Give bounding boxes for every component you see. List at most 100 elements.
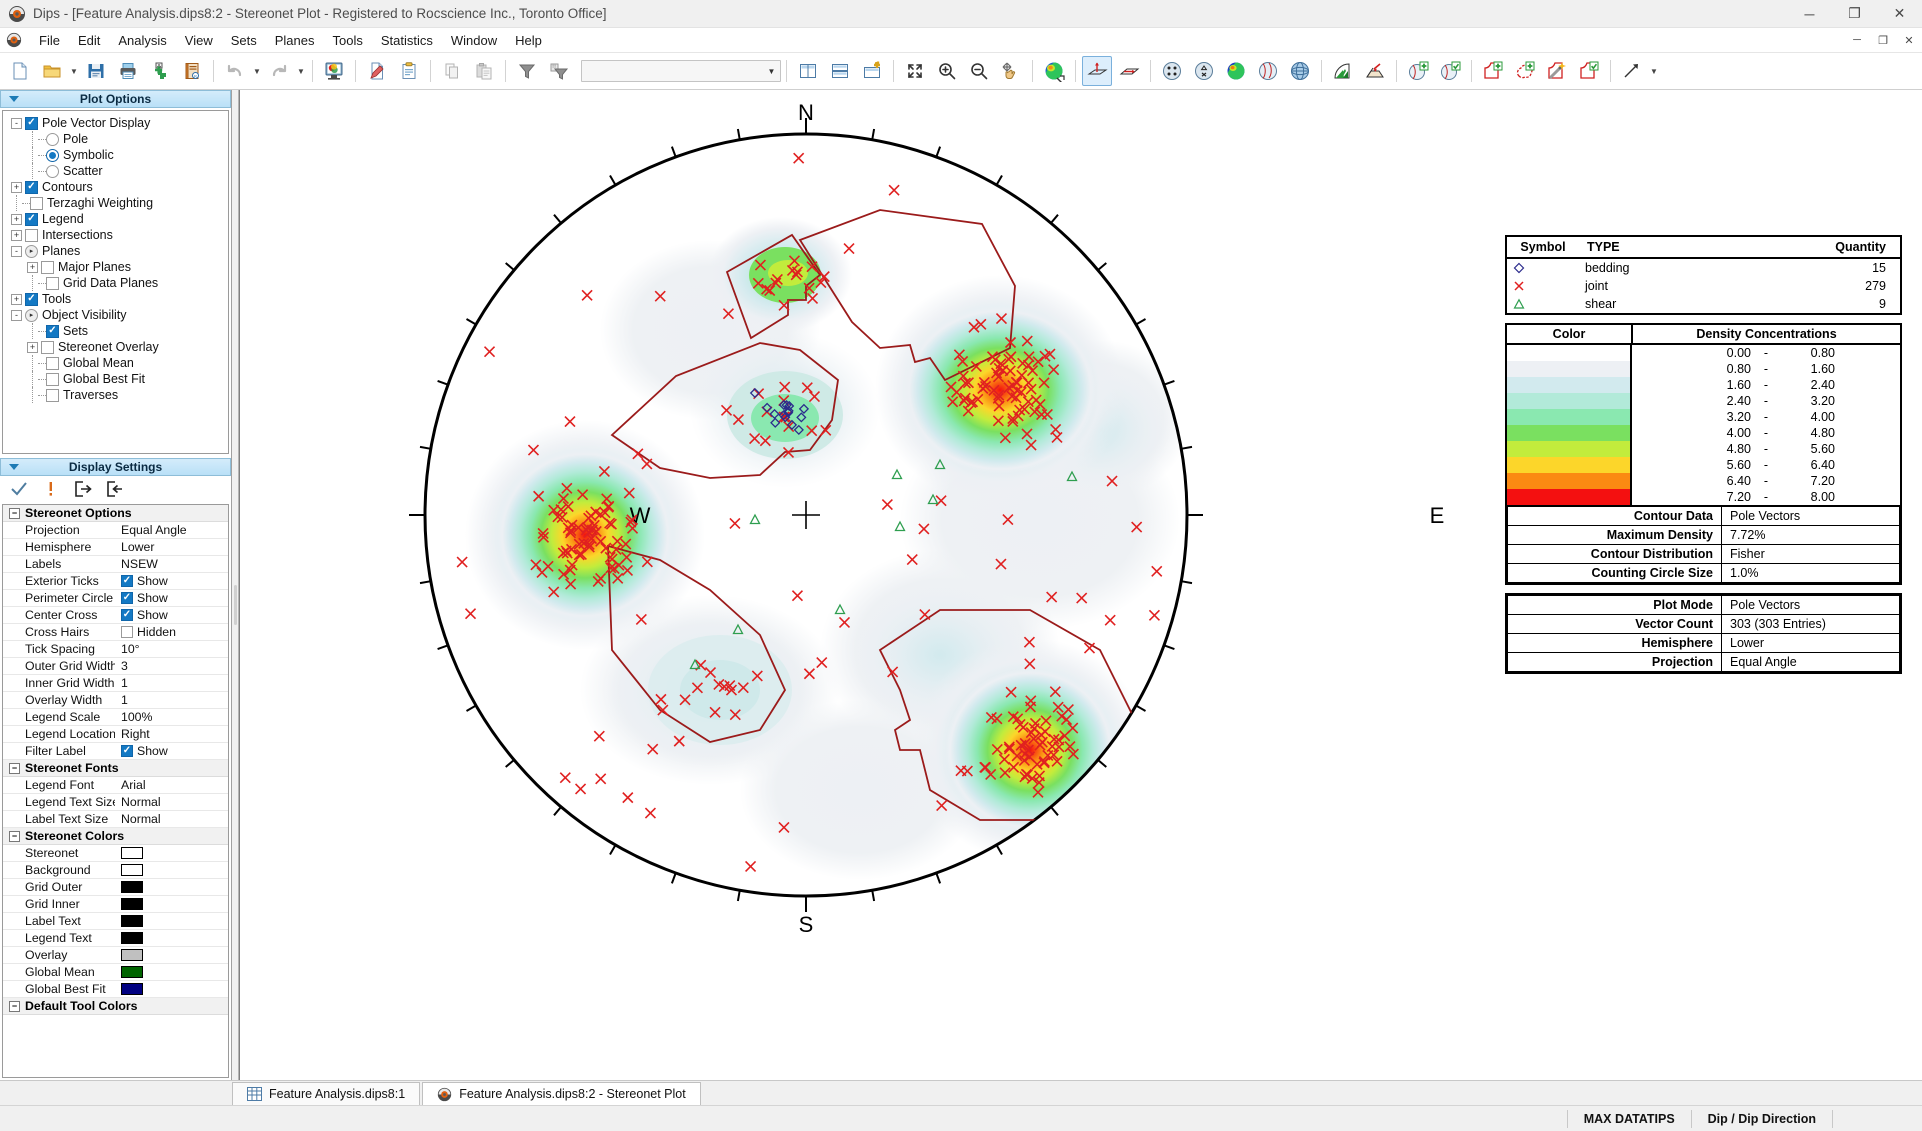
tree-checkbox[interactable]: [41, 340, 54, 354]
major-planes-icon[interactable]: [1253, 56, 1283, 86]
prop-row-label-text[interactable]: Label Text: [3, 913, 228, 930]
grid-filter-icon[interactable]: [544, 56, 574, 86]
tree-item-intersections[interactable]: + Intersections: [3, 227, 228, 243]
filter-combo[interactable]: ▼: [581, 60, 781, 82]
group-expander[interactable]: −: [9, 1000, 20, 1012]
menu-tools[interactable]: Tools: [324, 30, 372, 51]
tree-checkbox[interactable]: [46, 388, 59, 402]
tree-expander[interactable]: -: [11, 309, 22, 321]
edit-properties-icon[interactable]: [362, 56, 392, 86]
tree-checkbox[interactable]: [46, 372, 59, 386]
prop-color-swatch[interactable]: [121, 881, 143, 893]
status-dip-direction[interactable]: Dip / Dip Direction: [1690, 1109, 1832, 1128]
tree-item-tools[interactable]: + Tools: [3, 291, 228, 307]
tree-play-button[interactable]: ▸: [25, 308, 38, 322]
prop-row-stereonet[interactable]: Stereonet: [3, 845, 228, 862]
tree-item-planes[interactable]: - ▸ Planes: [3, 243, 228, 259]
tree-expander[interactable]: +: [11, 181, 22, 193]
tab-feature-analysis-1[interactable]: Feature Analysis.dips8:1: [232, 1082, 421, 1105]
prop-row-inner-grid-width[interactable]: Inner Grid Width 1: [3, 675, 228, 692]
arrow-tool-icon[interactable]: [1617, 56, 1647, 86]
tree-item-contours[interactable]: + Contours: [3, 179, 228, 195]
tree-checkbox[interactable]: [25, 228, 38, 242]
prop-row-overlay-width[interactable]: Overlay Width 1: [3, 692, 228, 709]
display-settings-table[interactable]: − Stereonet Options Projection Equal Angle H…: [2, 504, 229, 1078]
tree-checkbox[interactable]: [41, 260, 54, 274]
prop-row-hemisphere[interactable]: Hemisphere Lower: [3, 539, 228, 556]
tree-play-button[interactable]: ▸: [25, 244, 38, 258]
prop-color-swatch[interactable]: [121, 915, 143, 927]
dip-vector-icon[interactable]: [1114, 56, 1144, 86]
group-expander[interactable]: −: [9, 762, 20, 774]
stereonet-svg[interactable]: N E S W: [240, 90, 1512, 1040]
menu-window[interactable]: Window: [442, 30, 506, 51]
prop-color-swatch[interactable]: [121, 932, 143, 944]
tree-checkbox[interactable]: [25, 180, 38, 194]
display-colors-icon[interactable]: [319, 56, 349, 86]
prop-row-center-cross[interactable]: Center Cross Show: [3, 607, 228, 624]
chevron-down-icon[interactable]: ▼: [763, 61, 780, 81]
prop-row-global-best-fit[interactable]: Global Best Fit: [3, 981, 228, 998]
tree-expander[interactable]: +: [11, 213, 22, 225]
tree-expander[interactable]: +: [27, 261, 38, 273]
add-window-icon[interactable]: [1478, 56, 1508, 86]
new-window-icon[interactable]: [857, 56, 887, 86]
report-icon[interactable]: R: [177, 56, 207, 86]
pole-vector-icon[interactable]: [1082, 56, 1112, 86]
group-expander[interactable]: −: [9, 830, 20, 842]
tree-item-major-planes[interactable]: + Major Planes: [3, 259, 228, 275]
tree-item-traverses[interactable]: Traverses: [3, 387, 228, 403]
zoom-out-icon[interactable]: [964, 56, 994, 86]
save-icon[interactable]: [81, 56, 111, 86]
tree-radio[interactable]: [46, 164, 59, 178]
zoom-in-icon[interactable]: [932, 56, 962, 86]
prop-color-swatch[interactable]: [121, 983, 143, 995]
tree-expander[interactable]: -: [11, 117, 22, 129]
check-window-icon[interactable]: [1574, 56, 1604, 86]
redo-dropdown-caret[interactable]: ▼: [295, 56, 307, 86]
tree-radio[interactable]: [46, 132, 59, 146]
tree-item-stereonet-overlay[interactable]: + Stereonet Overlay: [3, 339, 228, 355]
prop-row-global-mean[interactable]: Global Mean: [3, 964, 228, 981]
tree-checkbox[interactable]: [25, 212, 38, 226]
prop-row-legend-font[interactable]: Legend Font Arial: [3, 777, 228, 794]
prop-color-swatch[interactable]: [121, 898, 143, 910]
paste-icon[interactable]: [469, 56, 499, 86]
inner-restore-button[interactable]: ❐: [1870, 30, 1896, 50]
maximize-button[interactable]: ❐: [1832, 0, 1877, 28]
tab-feature-analysis-2-stereonet[interactable]: Feature Analysis.dips8:2 - Stereonet Plo…: [422, 1082, 701, 1105]
zoom-all-icon[interactable]: [900, 56, 930, 86]
prop-group-default-tool-colors[interactable]: − Default Tool Colors: [3, 998, 228, 1015]
menu-sets[interactable]: Sets: [222, 30, 266, 51]
prop-row-perimeter-circle[interactable]: Perimeter Circle Show: [3, 590, 228, 607]
stereonet-contour-icon[interactable]: [1221, 56, 1251, 86]
prop-color-swatch[interactable]: [121, 949, 143, 961]
prop-checkbox[interactable]: [121, 575, 133, 587]
inner-minimize-button[interactable]: ─: [1844, 30, 1870, 50]
tree-item-global-best-fit[interactable]: Global Best Fit: [3, 371, 228, 387]
prop-checkbox[interactable]: [121, 626, 133, 638]
prop-row-overlay[interactable]: Overlay: [3, 947, 228, 964]
globe-icon[interactable]: [1285, 56, 1315, 86]
new-file-icon[interactable]: [5, 56, 35, 86]
prop-row-outer-grid-width[interactable]: Outer Grid Width 3: [3, 658, 228, 675]
tree-expander[interactable]: -: [11, 245, 22, 257]
filter-icon[interactable]: [512, 56, 542, 86]
prop-row-legend-location[interactable]: Legend Location Right: [3, 726, 228, 743]
prop-row-background[interactable]: Background: [3, 862, 228, 879]
prop-row-exterior-ticks[interactable]: Exterior Ticks Show: [3, 573, 228, 590]
plot-options-tree[interactable]: -Pole Vector DisplayPoleSymbolicScatter+…: [2, 110, 229, 454]
apply-checkmark-icon[interactable]: [10, 480, 28, 498]
prop-row-filter-label[interactable]: Filter Label Show: [3, 743, 228, 760]
rosette-plot-icon[interactable]: [1328, 56, 1358, 86]
status-max-datatips[interactable]: MAX DATATIPS: [1566, 1109, 1691, 1128]
prop-row-legend-scale[interactable]: Legend Scale 100%: [3, 709, 228, 726]
wedge-icon[interactable]: [1360, 56, 1390, 86]
tree-item-scatter[interactable]: Scatter: [3, 163, 228, 179]
group-expander[interactable]: −: [9, 507, 20, 519]
add-plane-icon[interactable]: [1403, 56, 1433, 86]
magic-window-icon[interactable]: [1542, 56, 1572, 86]
prop-color-swatch[interactable]: [121, 864, 143, 876]
menu-view[interactable]: View: [176, 30, 222, 51]
arrow-dropdown-caret[interactable]: ▼: [1648, 56, 1660, 86]
